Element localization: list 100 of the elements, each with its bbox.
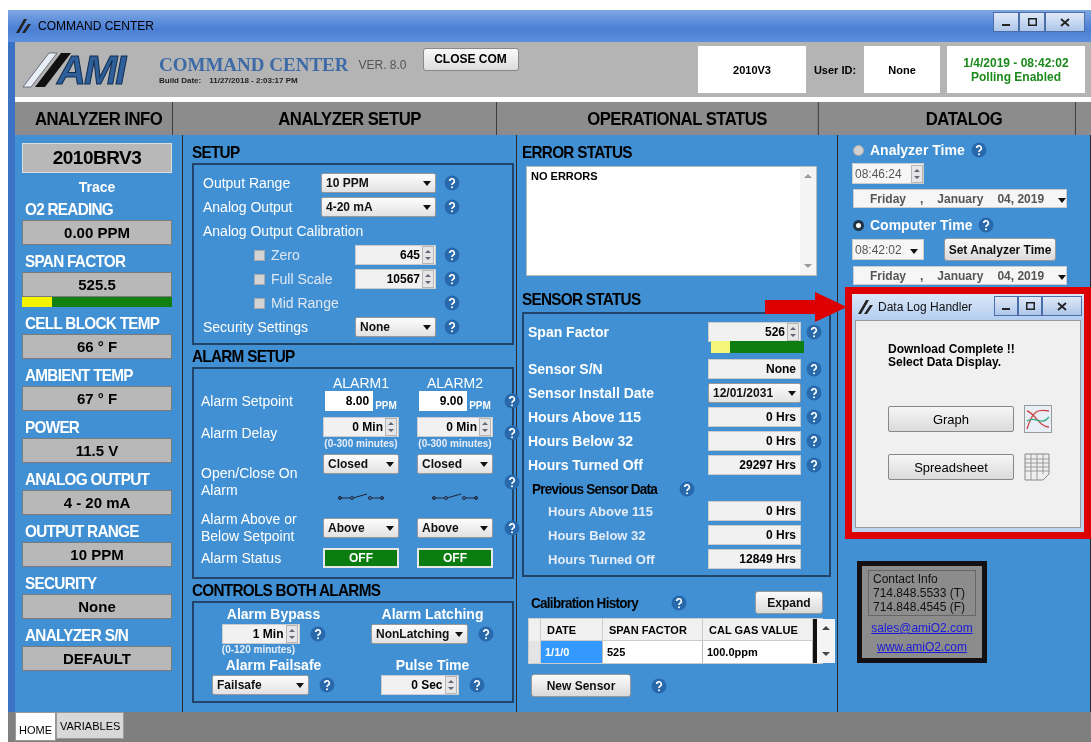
unit-label: PPM bbox=[375, 400, 397, 411]
checkbox[interactable] bbox=[254, 249, 265, 261]
polling-status: Polling Enabled bbox=[971, 69, 1061, 84]
caret-icon bbox=[296, 682, 304, 688]
window-title: COMMAND CENTER bbox=[38, 19, 154, 33]
help-icon[interactable] bbox=[970, 142, 987, 158]
help-icon[interactable] bbox=[319, 677, 335, 693]
setpoint-field[interactable]: 9.00 bbox=[419, 391, 468, 411]
set-analyzer-time-button[interactable]: Set Analyzer Time bbox=[944, 238, 1056, 261]
spin-field[interactable]: 0 Min bbox=[323, 417, 399, 437]
help-icon[interactable] bbox=[806, 385, 822, 401]
help-icon[interactable] bbox=[806, 361, 822, 377]
help-icon[interactable] bbox=[444, 247, 460, 263]
table-cell: 1/1/0 bbox=[541, 641, 603, 663]
dropdown[interactable]: 4-20 mA bbox=[321, 197, 436, 217]
maximize-button[interactable] bbox=[1019, 12, 1045, 32]
help-icon[interactable] bbox=[651, 677, 667, 694]
spinner-icon[interactable] bbox=[422, 270, 434, 288]
scrollbar[interactable] bbox=[817, 619, 835, 663]
spinner-icon[interactable] bbox=[444, 676, 457, 694]
radio-button[interactable] bbox=[853, 144, 864, 156]
help-icon[interactable] bbox=[806, 324, 822, 340]
field-label: Alarm Above or Below Setpoint bbox=[201, 511, 298, 545]
field-label: Open/Close On Alarm bbox=[201, 464, 299, 499]
spreadsheet-button[interactable]: Spreadsheet bbox=[888, 454, 1014, 480]
spin-field[interactable]: 1 Min bbox=[221, 624, 300, 644]
caret-icon bbox=[1058, 197, 1067, 203]
spinner-icon[interactable] bbox=[479, 418, 491, 436]
help-icon[interactable] bbox=[444, 295, 460, 311]
time-field[interactable]: 08:42:02 bbox=[852, 239, 924, 260]
help-icon[interactable] bbox=[978, 217, 995, 233]
minimize-button[interactable] bbox=[994, 296, 1018, 316]
radio-button[interactable] bbox=[853, 219, 864, 231]
new-sensor-button[interactable]: New Sensor bbox=[531, 674, 631, 697]
switch-symbol-icon bbox=[337, 493, 385, 501]
column-header[interactable]: SPAN FACTOR bbox=[603, 619, 703, 641]
spinner-icon[interactable] bbox=[787, 323, 799, 341]
info-label: SECURITY bbox=[25, 574, 98, 594]
spin-field[interactable]: 10567 bbox=[355, 269, 436, 289]
help-icon[interactable] bbox=[504, 520, 520, 536]
tab[interactable]: VARIABLES bbox=[56, 712, 125, 739]
dropdown[interactable]: 12/01/2031 bbox=[708, 383, 801, 403]
help-icon[interactable] bbox=[504, 473, 520, 490]
expand-button[interactable]: Expand bbox=[755, 591, 823, 614]
spinner-icon[interactable] bbox=[911, 164, 923, 183]
scrollbar[interactable] bbox=[800, 167, 816, 275]
caret-icon bbox=[455, 631, 463, 637]
app-icon bbox=[14, 18, 32, 34]
unit-label: PPM bbox=[469, 400, 491, 411]
help-icon[interactable] bbox=[309, 626, 326, 642]
help-icon[interactable] bbox=[478, 626, 494, 642]
dropdown[interactable]: Above bbox=[417, 518, 493, 538]
caret-icon bbox=[423, 324, 431, 330]
spin-field[interactable]: 0 Min bbox=[417, 417, 493, 437]
dropdown[interactable]: 10 PPM bbox=[321, 173, 436, 193]
dropdown[interactable]: Closed bbox=[323, 454, 399, 474]
checkbox[interactable] bbox=[254, 297, 265, 309]
minimize-button[interactable] bbox=[993, 12, 1019, 32]
close-button[interactable] bbox=[1045, 12, 1085, 32]
help-icon[interactable] bbox=[806, 433, 822, 449]
help-icon[interactable] bbox=[671, 594, 687, 611]
caret-icon bbox=[1058, 274, 1067, 280]
graph-icon[interactable] bbox=[1024, 405, 1052, 433]
close-com-button[interactable]: CLOSE COM bbox=[422, 47, 519, 71]
date-picker[interactable]: Friday , January 04, 2019 bbox=[853, 266, 1067, 285]
help-icon[interactable] bbox=[444, 319, 460, 335]
dropdown[interactable]: Failsafe bbox=[212, 675, 309, 695]
time-field[interactable]: 08:46:24 bbox=[852, 163, 924, 184]
column-header[interactable]: DATE bbox=[541, 619, 603, 641]
section-title: ERROR STATUS bbox=[522, 143, 632, 163]
maximize-button[interactable] bbox=[1018, 296, 1042, 316]
help-icon[interactable] bbox=[504, 425, 520, 441]
spin-field[interactable]: 526 bbox=[708, 322, 801, 342]
help-icon[interactable] bbox=[444, 175, 460, 191]
help-icon[interactable] bbox=[679, 480, 696, 497]
dropdown[interactable]: NonLatching bbox=[371, 624, 468, 644]
close-icon bbox=[1060, 17, 1070, 27]
maximize-icon bbox=[1027, 18, 1037, 26]
dropdown[interactable]: Above bbox=[323, 518, 399, 538]
version-label: VER. 8.0 bbox=[358, 58, 407, 72]
setpoint-field[interactable]: 8.00 bbox=[325, 391, 374, 411]
column-header[interactable]: CAL GAS VALUE bbox=[703, 619, 813, 641]
graph-button[interactable]: Graph bbox=[888, 406, 1014, 432]
help-icon[interactable] bbox=[504, 393, 520, 409]
spin-field[interactable]: 0 Sec bbox=[380, 675, 459, 695]
dropdown[interactable]: None bbox=[355, 317, 436, 337]
close-button[interactable] bbox=[1042, 296, 1082, 316]
checkbox[interactable] bbox=[254, 273, 265, 285]
help-icon[interactable] bbox=[444, 199, 460, 215]
help-icon[interactable] bbox=[444, 271, 460, 287]
tab[interactable]: HOME bbox=[15, 712, 56, 741]
spin-field[interactable]: 645 bbox=[355, 245, 436, 265]
date-picker[interactable]: Friday , January 04, 2019 bbox=[853, 189, 1067, 208]
help-icon[interactable] bbox=[806, 457, 822, 473]
dropdown[interactable]: Closed bbox=[417, 454, 493, 474]
spinner-icon[interactable] bbox=[422, 246, 434, 264]
spinner-icon[interactable] bbox=[285, 625, 298, 643]
spinner-icon[interactable] bbox=[385, 418, 397, 436]
help-icon[interactable] bbox=[806, 409, 822, 425]
help-icon[interactable] bbox=[468, 677, 485, 693]
